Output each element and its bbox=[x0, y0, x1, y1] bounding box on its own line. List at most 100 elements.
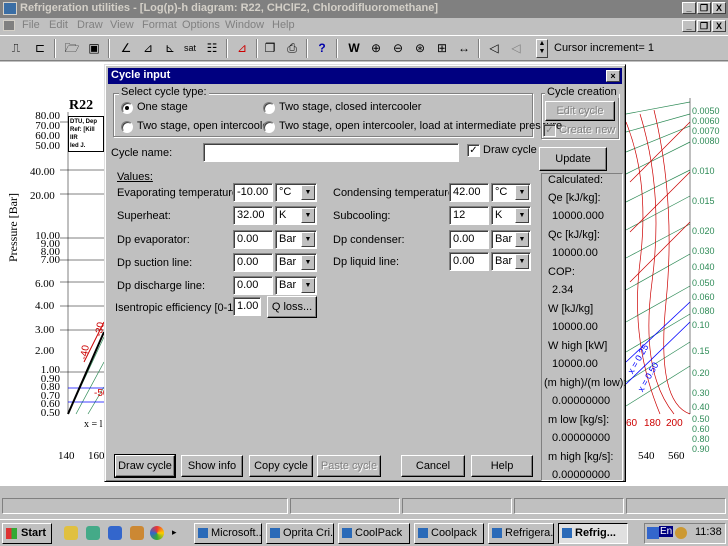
chevron-down-icon[interactable]: ▼ bbox=[301, 255, 315, 270]
saturation-icon[interactable]: sat bbox=[180, 39, 200, 58]
create-new-label[interactable]: Create new bbox=[559, 124, 615, 136]
isobar-icon[interactable]: ∠ bbox=[116, 39, 136, 58]
dialog-title-bar[interactable]: Cycle input × bbox=[108, 68, 622, 84]
close-button[interactable]: X bbox=[712, 2, 726, 14]
doc-restore-button[interactable]: ❐ bbox=[697, 20, 711, 32]
doc-minimize-button[interactable]: _ bbox=[682, 20, 696, 32]
chart-icon[interactable]: ⊿ bbox=[232, 39, 252, 58]
dp-suction-line-unit-select[interactable]: Bar ▼ bbox=[275, 253, 317, 272]
evaporating-temp-unit-select[interactable]: °C ▼ bbox=[275, 183, 317, 202]
pipe-icon[interactable]: ⊏ bbox=[30, 39, 50, 58]
draw-cycle-button[interactable]: Draw cycle bbox=[114, 454, 176, 478]
table-icon[interactable]: ☷ bbox=[202, 39, 222, 58]
open-folder-icon[interactable]: 🗁 bbox=[62, 39, 82, 58]
zoom-fit-icon[interactable]: ⊛ bbox=[410, 39, 430, 58]
quick-launch-icon[interactable] bbox=[64, 526, 78, 540]
paste-cycle-button[interactable]: Paste cycle bbox=[317, 455, 381, 477]
doc-icon[interactable] bbox=[3, 20, 15, 31]
draw-cycle-checkbox[interactable]: ✓ bbox=[467, 144, 480, 157]
tray-icon[interactable] bbox=[647, 527, 659, 539]
width-icon[interactable]: ↔ bbox=[454, 39, 474, 58]
help-icon[interactable]: ? bbox=[312, 39, 332, 58]
task-button[interactable]: Coolpack bbox=[414, 523, 484, 544]
dp-evaporator-unit-select[interactable]: Bar ▼ bbox=[275, 230, 317, 249]
condensing-temp-input[interactable]: 42.00 bbox=[449, 183, 489, 202]
radio-two-stage-open-label[interactable]: Two stage, open intercooler bbox=[137, 120, 272, 132]
chevron-down-icon[interactable]: ▼ bbox=[515, 185, 529, 200]
chevron-down-icon[interactable]: ▼ bbox=[515, 232, 529, 247]
doc-close-button[interactable]: X bbox=[712, 20, 726, 32]
grid-icon[interactable]: ⊞ bbox=[432, 39, 452, 58]
isentropic-efficiency-input[interactable]: 1.00 bbox=[233, 297, 261, 316]
superheat-input[interactable]: 32.00 bbox=[233, 206, 273, 225]
menu-draw[interactable]: Draw bbox=[73, 18, 107, 32]
menu-format[interactable]: Format bbox=[138, 18, 181, 32]
zoom-out-icon[interactable]: ⊖ bbox=[388, 39, 408, 58]
minimize-button[interactable]: _ bbox=[682, 2, 696, 14]
chevron-down-icon[interactable]: ▼ bbox=[301, 185, 315, 200]
create-new-checkbox[interactable]: ✓ bbox=[543, 124, 556, 137]
copy-icon[interactable]: ❐ bbox=[260, 39, 280, 58]
help-button[interactable]: Help bbox=[471, 455, 533, 477]
app-title-bar[interactable]: Refrigeration utilities - [Log(p)-h diag… bbox=[0, 0, 728, 18]
isotherm-icon[interactable]: ⊿ bbox=[138, 39, 158, 58]
update-button[interactable]: Update bbox=[539, 147, 607, 171]
superheat-unit-select[interactable]: K ▼ bbox=[275, 206, 317, 225]
dp-evaporator-input[interactable]: 0.00 bbox=[233, 230, 273, 249]
cycle-name-input[interactable] bbox=[203, 143, 459, 162]
task-button[interactable]: Microsoft... bbox=[194, 523, 262, 544]
radio-two-stage-closed-label[interactable]: Two stage, closed intercooler bbox=[279, 101, 421, 113]
radio-two-stage-closed[interactable] bbox=[263, 102, 275, 114]
cycle-icon[interactable]: ⎍ bbox=[6, 39, 26, 58]
chevron-down-icon[interactable]: ▼ bbox=[301, 278, 315, 293]
dp-discharge-line-input[interactable]: 0.00 bbox=[233, 276, 273, 295]
dp-condenser-unit-select[interactable]: Bar ▼ bbox=[491, 230, 531, 249]
chevron-down-icon[interactable]: ▼ bbox=[301, 208, 315, 223]
edit-cycle-button[interactable]: Edit cycle bbox=[545, 101, 615, 121]
radio-two-stage-open-load[interactable] bbox=[263, 121, 275, 133]
dp-discharge-line-unit-select[interactable]: Bar ▼ bbox=[275, 276, 317, 295]
cursor-increment-spinner[interactable]: ▲ ▼ bbox=[536, 39, 548, 58]
cancel-button[interactable]: Cancel bbox=[401, 455, 465, 477]
radio-two-stage-open[interactable] bbox=[121, 121, 133, 133]
menu-view[interactable]: View bbox=[106, 18, 138, 32]
chevron-down-icon[interactable]: ▼ bbox=[515, 254, 529, 269]
quick-launch-icon[interactable] bbox=[130, 526, 144, 540]
chevron-down-icon[interactable]: ▼ bbox=[515, 208, 529, 223]
q-loss-button[interactable]: Q loss... bbox=[267, 296, 317, 318]
quick-launch-icon[interactable] bbox=[86, 526, 100, 540]
dp-liquid-line-input[interactable]: 0.00 bbox=[449, 252, 489, 271]
isochor-icon[interactable]: ⊾ bbox=[160, 39, 180, 58]
task-button[interactable]: Refrigera... bbox=[488, 523, 554, 544]
dialog-close-button[interactable]: × bbox=[606, 70, 620, 82]
subcooling-input[interactable]: 12 bbox=[449, 206, 489, 225]
save-icon[interactable]: ▣ bbox=[84, 39, 104, 58]
zoom-in-icon[interactable]: ⊕ bbox=[366, 39, 386, 58]
pointer-icon[interactable]: ◁ bbox=[484, 39, 504, 58]
evaporating-temp-input[interactable]: -10.00 bbox=[233, 183, 273, 202]
app-icon[interactable] bbox=[3, 2, 17, 15]
task-button[interactable]: CoolPack bbox=[338, 523, 410, 544]
chevron-right-icon[interactable]: ▸ bbox=[172, 527, 177, 538]
dp-liquid-line-unit-select[interactable]: Bar ▼ bbox=[491, 252, 531, 271]
condensing-temp-unit-select[interactable]: °C ▼ bbox=[491, 183, 531, 202]
chevron-down-icon[interactable]: ▼ bbox=[301, 232, 315, 247]
menu-help[interactable]: Help bbox=[268, 18, 299, 32]
task-button-active[interactable]: Refrig... bbox=[558, 523, 628, 544]
menu-window[interactable]: Window bbox=[221, 18, 268, 32]
ie-icon[interactable] bbox=[108, 526, 122, 540]
restore-button[interactable]: ❐ bbox=[697, 2, 711, 14]
pointer-disabled-icon[interactable]: ◁ bbox=[506, 39, 526, 58]
copy-cycle-button[interactable]: Copy cycle bbox=[249, 455, 313, 477]
radio-one-stage[interactable] bbox=[121, 102, 133, 114]
print-icon[interactable]: ⎙ bbox=[282, 39, 302, 58]
media-icon[interactable] bbox=[150, 526, 164, 540]
start-button[interactable]: Start bbox=[2, 523, 52, 544]
menu-file[interactable]: File bbox=[18, 18, 44, 32]
compressor-work-icon[interactable]: W bbox=[344, 39, 364, 58]
language-indicator[interactable]: En bbox=[659, 526, 674, 537]
draw-cycle-label[interactable]: Draw cycle bbox=[483, 144, 537, 156]
dp-suction-line-input[interactable]: 0.00 bbox=[233, 253, 273, 272]
task-button[interactable]: Oprita Cri... bbox=[266, 523, 334, 544]
radio-one-stage-label[interactable]: One stage bbox=[137, 101, 188, 113]
